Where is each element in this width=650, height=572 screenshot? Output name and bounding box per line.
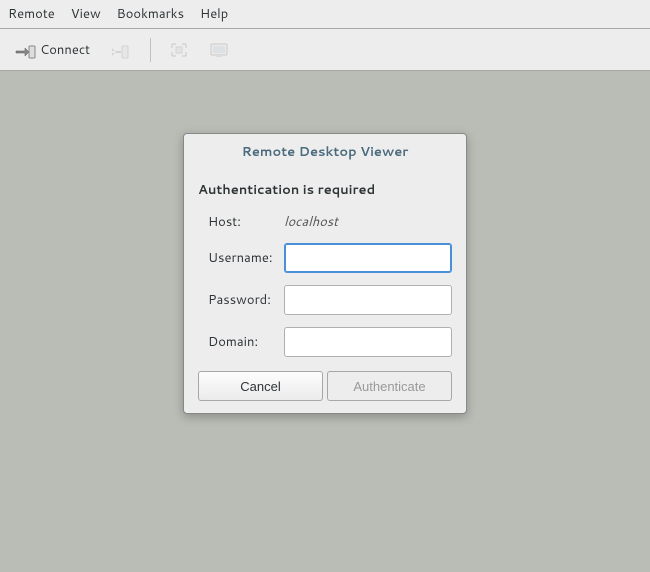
domain-label: Domain: (198, 333, 274, 351)
cancel-button[interactable]: Cancel (198, 371, 323, 401)
menubar: Remote View Bookmarks Help (0, 0, 650, 29)
domain-field[interactable] (284, 327, 452, 357)
authenticate-button[interactable]: Authenticate (327, 371, 452, 401)
screenshot-button (203, 37, 235, 63)
toolbar: Connect (0, 29, 650, 71)
menu-remote[interactable]: Remote (8, 5, 55, 23)
app-window: Remote View Bookmarks Help Connect (0, 0, 650, 572)
password-label: Password: (198, 291, 274, 309)
disconnect-button (104, 37, 138, 63)
menu-bookmarks[interactable]: Bookmarks (117, 5, 184, 23)
toolbar-separator-1 (150, 38, 151, 62)
connect-button-label: Connect (40, 41, 90, 59)
fullscreen-button (163, 37, 195, 63)
connect-icon (14, 41, 36, 59)
connect-button[interactable]: Connect (8, 37, 96, 63)
menu-view[interactable]: View (71, 5, 101, 23)
username-field[interactable] (284, 243, 452, 273)
fullscreen-icon (169, 41, 189, 59)
screenshot-icon (209, 41, 229, 59)
disconnect-icon (110, 41, 132, 59)
dialog-heading: Authentication is required (198, 175, 452, 213)
host-label: Host: (198, 213, 274, 231)
username-label: Username: (198, 249, 274, 267)
host-value: localhost (284, 213, 452, 231)
password-field[interactable] (284, 285, 452, 315)
menu-help[interactable]: Help (200, 5, 228, 23)
auth-dialog: Remote Desktop Viewer Authentication is … (183, 133, 467, 414)
dialog-title: Remote Desktop Viewer (184, 134, 466, 169)
